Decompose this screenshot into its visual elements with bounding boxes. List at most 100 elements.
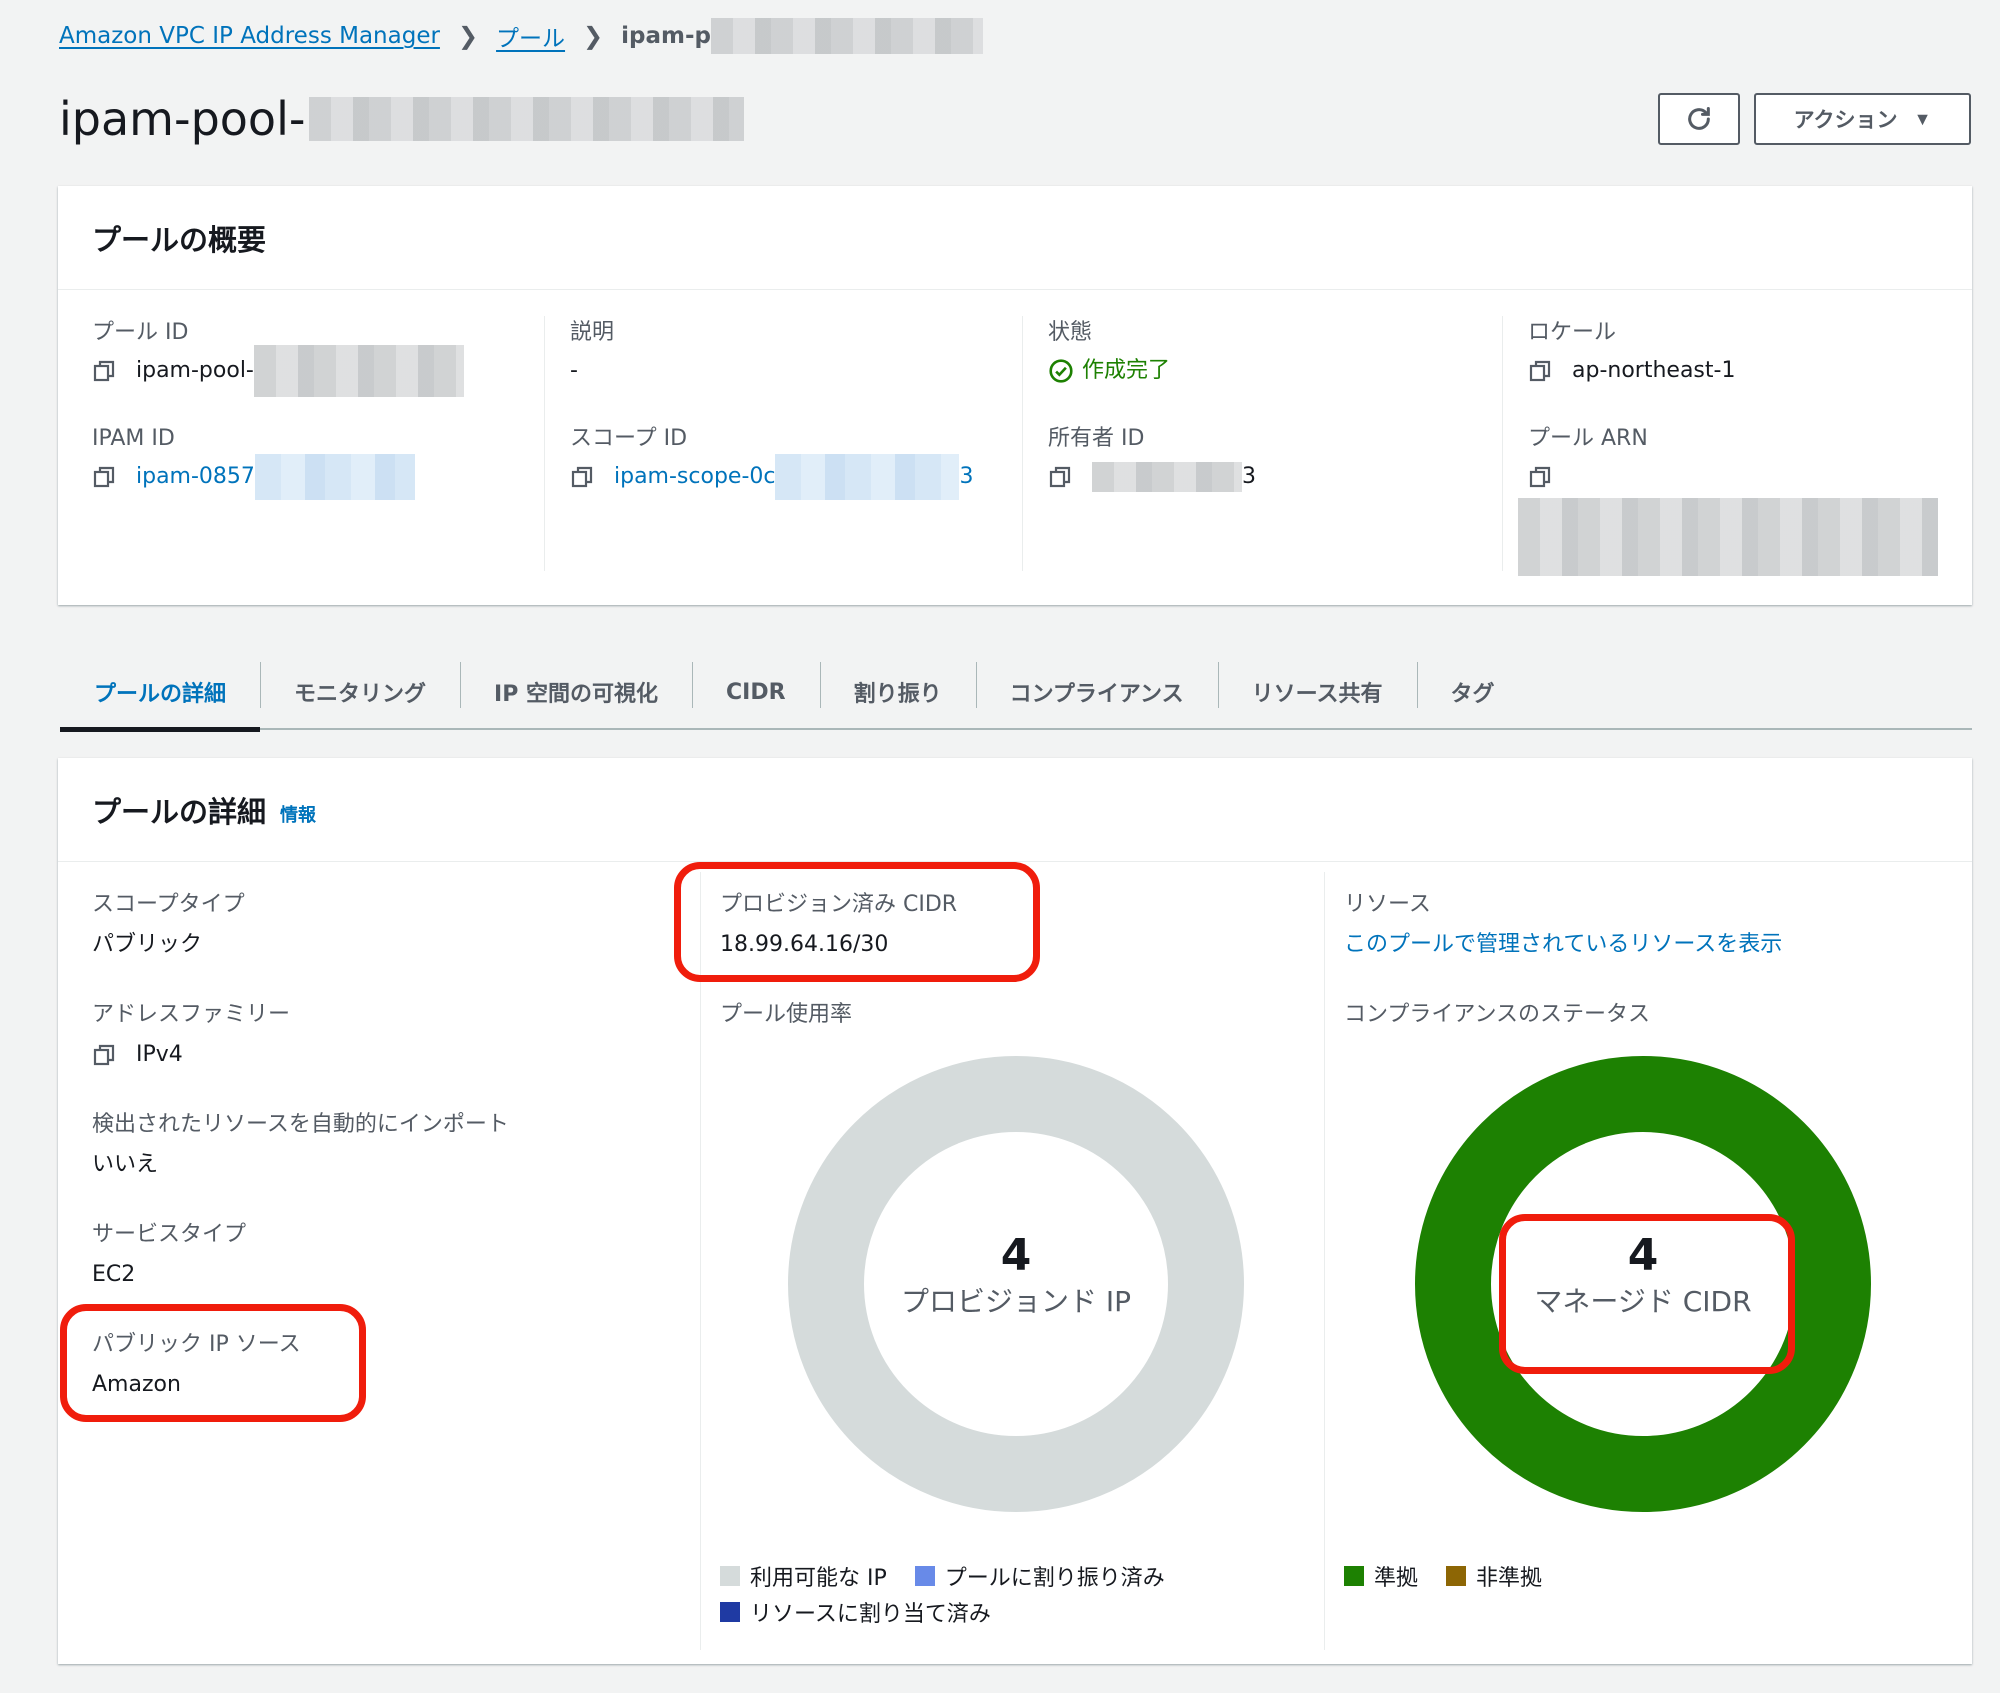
- tab-allocations[interactable]: 割り振り: [819, 654, 976, 730]
- tab-cidr[interactable]: CIDR: [692, 654, 820, 730]
- auto-import-field: 検出されたリソースを自動的にインポート いいえ: [92, 1110, 652, 1182]
- ipam-id-field: IPAM ID ipam-0857: [92, 424, 512, 500]
- copy-icon[interactable]: [92, 359, 116, 383]
- tab-tags[interactable]: タグ: [1416, 654, 1529, 730]
- owner-id-suffix: 3: [1242, 464, 1256, 489]
- description-label: 説明: [570, 320, 615, 345]
- ipam-id-link[interactable]: ipam-0857: [136, 460, 255, 494]
- redacted-text: [775, 454, 960, 500]
- compliance-donut: 4 マネージド CIDR: [1413, 1054, 1873, 1514]
- refresh-button[interactable]: [1658, 93, 1740, 145]
- pool-details-panel: プールの詳細 情報 スコープタイプ パブリック アドレスファミリー IPv4 検…: [58, 758, 1972, 1664]
- managed-cidr-count: 4: [1627, 1230, 1659, 1281]
- overview-title: プールの概要: [92, 222, 267, 257]
- public-ip-source-label: パブリック IP ソース: [92, 1332, 301, 1357]
- locale-text: ap-northeast-1: [1572, 358, 1736, 383]
- details-column-1: スコープタイプ パブリック アドレスファミリー IPv4 検出されたリソースを自…: [92, 862, 652, 1664]
- description-value: -: [570, 358, 578, 383]
- breadcrumb-pools-link[interactable]: プール: [496, 19, 565, 53]
- pool-usage-donut: 4 プロビジョンド IP: [786, 1054, 1246, 1514]
- view-managed-resources-link[interactable]: このプールで管理されているリソースを表示: [1344, 928, 1782, 962]
- pool-id-text: ipam-pool-: [136, 358, 254, 383]
- state-text: 作成完了: [1082, 358, 1171, 383]
- resources-field: リソース このプールで管理されているリソースを表示: [1344, 890, 1944, 962]
- scope-id-field: スコープ ID ipam-scope-0c 3: [570, 424, 990, 500]
- legend-noncompliant: 非準拠: [1446, 1560, 1542, 1592]
- compliance-center: 4 マネージド CIDR: [1413, 1230, 1873, 1322]
- managed-cidr-label: マネージド CIDR: [1534, 1285, 1752, 1318]
- breadcrumb-ipam-link[interactable]: Amazon VPC IP Address Manager: [59, 23, 440, 49]
- page-title: ipam-pool-: [59, 86, 745, 152]
- breadcrumb-current: ipam-p: [621, 23, 711, 49]
- state-label: 状態: [1048, 320, 1093, 345]
- address-family-field: アドレスファミリー IPv4: [92, 1000, 652, 1072]
- public-ip-source-field: パブリック IP ソース Amazon: [92, 1330, 652, 1402]
- tab-pool-details[interactable]: プールの詳細: [60, 654, 261, 732]
- chevron-right-icon: ❯: [583, 22, 604, 50]
- service-type-value: EC2: [92, 1262, 136, 1287]
- legend-label: 利用可能な IP: [750, 1566, 887, 1591]
- legend-swatch: [914, 1566, 935, 1586]
- info-link[interactable]: 情報: [280, 801, 316, 827]
- redacted-text: [309, 97, 745, 141]
- check-circle-icon: [1049, 359, 1073, 383]
- pool-id-value: ipam-pool-: [92, 345, 512, 397]
- legend-swatch: [720, 1566, 740, 1586]
- copy-icon[interactable]: [92, 465, 116, 489]
- redacted-text: [253, 345, 464, 397]
- legend-label: 非準拠: [1476, 1566, 1543, 1591]
- legend-swatch: [1344, 1566, 1364, 1586]
- locale-value: ap-northeast-1: [1528, 354, 1948, 388]
- auto-import-label: 検出されたリソースを自動的にインポート: [92, 1112, 509, 1137]
- locale-field: ロケール ap-northeast-1: [1528, 318, 1948, 388]
- legend-row: リソースに割り当て済み: [720, 1594, 1193, 1630]
- breadcrumb: Amazon VPC IP Address Manager ❯ プール ❯ ip…: [59, 18, 983, 54]
- pool-arn-label: プール ARN: [1528, 426, 1648, 451]
- copy-icon[interactable]: [92, 1043, 116, 1067]
- legend-assigned-to-resource: リソースに割り当て済み: [720, 1596, 991, 1628]
- actions-label: アクション: [1793, 109, 1898, 132]
- legend-allocated-to-pool: プールに割り振り済み: [914, 1560, 1165, 1592]
- scope-id-label: スコープ ID: [570, 426, 688, 451]
- pool-usage-center: 4 プロビジョンド IP: [786, 1230, 1246, 1322]
- pool-arn-value: [1528, 460, 1948, 494]
- legend-available-ip: 利用可能な IP: [720, 1560, 887, 1592]
- locale-label: ロケール: [1528, 320, 1617, 345]
- address-family-text: IPv4: [136, 1042, 183, 1067]
- address-family-label: アドレスファミリー: [92, 1002, 291, 1027]
- pool-arn-field: プール ARN: [1518, 424, 1948, 576]
- tab-ip-space-visualization[interactable]: IP 空間の可視化: [460, 654, 692, 730]
- legend-row: 準拠 非準拠: [1344, 1558, 1570, 1594]
- provisioned-ip-label: プロビジョンド IP: [900, 1285, 1132, 1318]
- auto-import-value: いいえ: [92, 1152, 159, 1177]
- tab-resource-sharing[interactable]: リソース共有: [1217, 654, 1417, 730]
- tab-compliance[interactable]: コンプライアンス: [975, 654, 1218, 730]
- pool-id-field: プール ID ipam-pool-: [92, 318, 512, 397]
- description-field: 説明 -: [570, 318, 990, 388]
- provisioned-ip-count: 4: [1000, 1230, 1032, 1281]
- tab-monitoring[interactable]: モニタリング: [260, 654, 460, 730]
- copy-icon[interactable]: [1528, 465, 1552, 489]
- scope-id-value: ipam-scope-0c 3: [570, 454, 990, 500]
- service-type-label: サービスタイプ: [92, 1222, 247, 1247]
- scope-id-suffix: 3: [959, 464, 974, 489]
- overview-column-3: 状態 作成完了 所有者 ID 3: [1022, 290, 1468, 605]
- pool-usage-field: プール使用率: [720, 1000, 1300, 1030]
- scope-type-value: パブリック: [92, 932, 203, 957]
- scope-type-field: スコープタイプ パブリック: [92, 890, 652, 962]
- copy-icon[interactable]: [1048, 465, 1072, 489]
- copy-icon[interactable]: [570, 465, 594, 489]
- state-field: 状態 作成完了: [1048, 318, 1468, 388]
- copy-icon[interactable]: [1528, 359, 1552, 383]
- legend-row: 利用可能な IP プールに割り振り済み: [720, 1558, 1193, 1594]
- scope-id-link[interactable]: ipam-scope-0c: [614, 460, 775, 494]
- actions-dropdown[interactable]: アクション ▼: [1754, 93, 1971, 145]
- details-title: プールの詳細: [92, 794, 267, 829]
- redacted-text: [1092, 462, 1242, 492]
- service-type-field: サービスタイプ EC2: [92, 1220, 652, 1292]
- refresh-icon: [1688, 106, 1710, 130]
- provisioned-cidr-label: プロビジョン済み CIDR: [720, 892, 958, 917]
- panel-header: プールの詳細 情報: [58, 758, 1972, 862]
- panel-header: プールの概要: [58, 186, 1972, 290]
- provisioned-cidr-value: 18.99.64.16/30: [720, 932, 889, 957]
